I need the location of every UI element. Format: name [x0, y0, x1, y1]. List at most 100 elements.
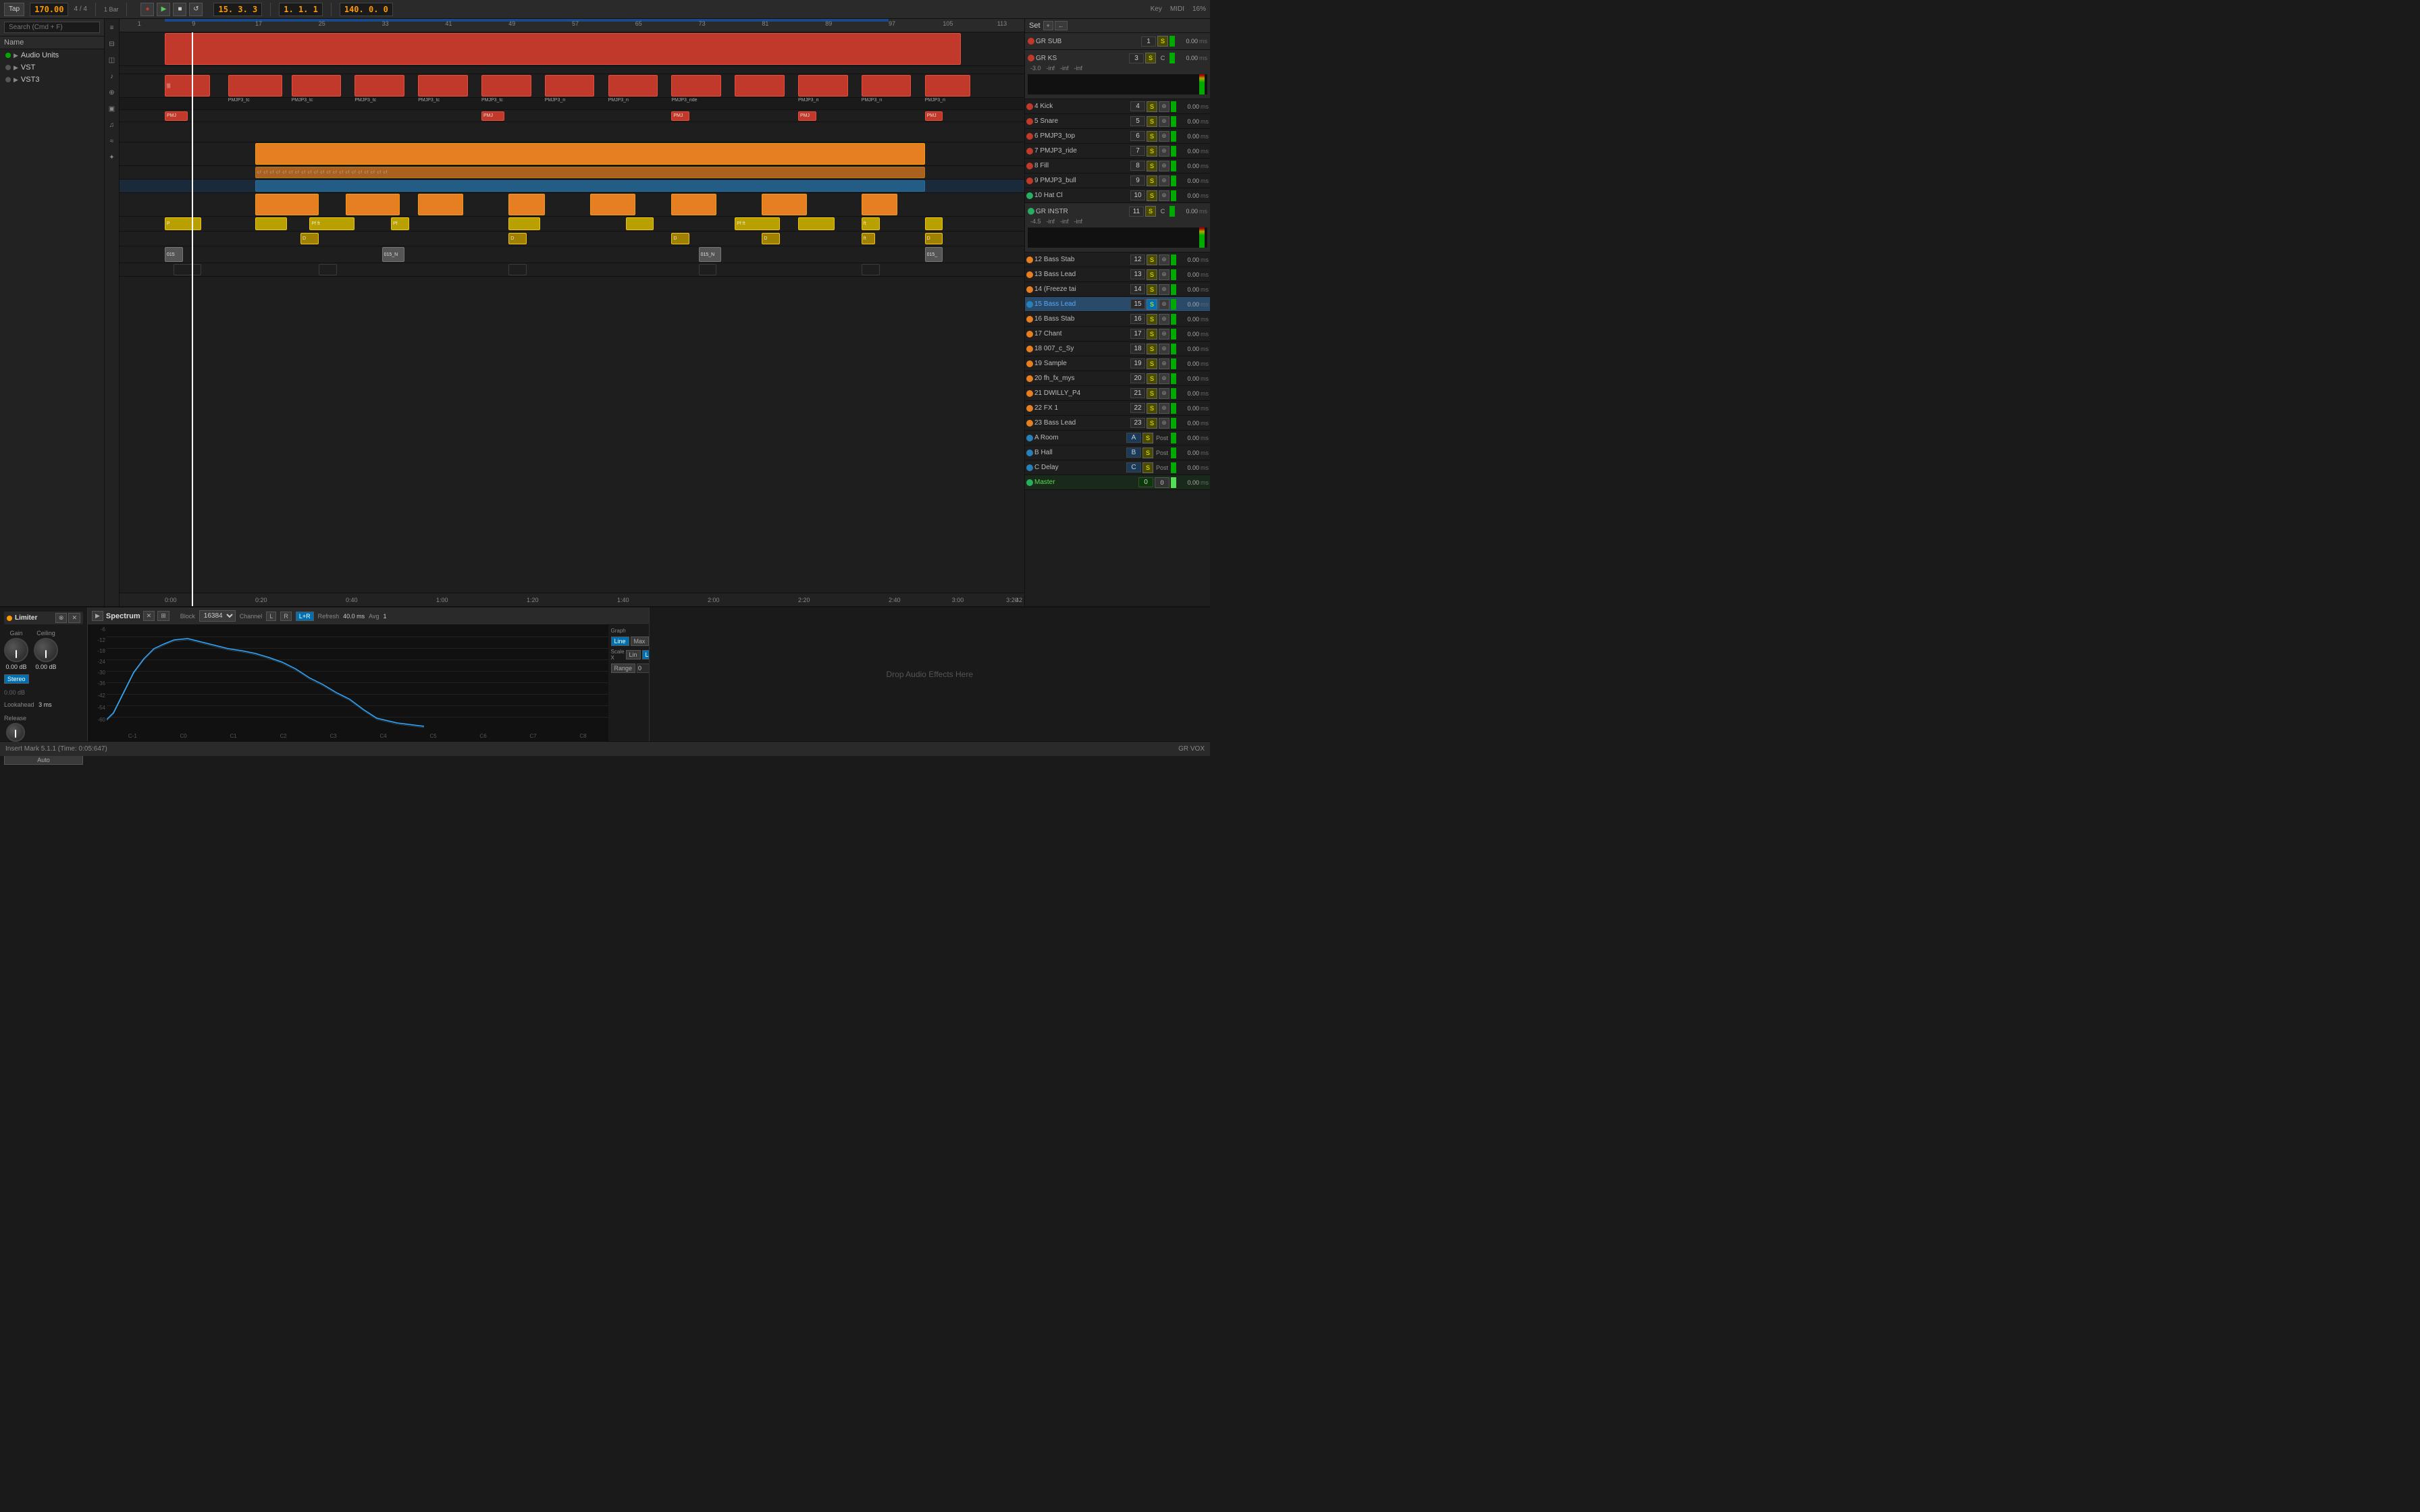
kick-num[interactable]: 4 [1130, 101, 1145, 111]
a-room-s[interactable]: S [1142, 433, 1153, 443]
range-from-input[interactable] [637, 664, 648, 673]
gr-sub-s-btn[interactable]: S [1157, 36, 1168, 47]
bass-stab-s[interactable]: S [1147, 254, 1157, 265]
fh-fx-m[interactable]: ⊕ [1159, 373, 1169, 384]
bass-lead-23-s[interactable]: S [1147, 418, 1157, 429]
sample-m[interactable]: ⊕ [1159, 358, 1169, 369]
session-icon[interactable]: ≡ [106, 22, 118, 34]
gr-instr-num[interactable]: 11 [1129, 207, 1144, 217]
fh-fx-s[interactable]: S [1147, 373, 1157, 384]
gr-ks-s-btn[interactable]: S [1145, 53, 1156, 63]
clip-yellow-10[interactable] [925, 217, 943, 230]
bass-stab-16-s[interactable]: S [1147, 314, 1157, 325]
bass-lead-15-fader[interactable] [1171, 299, 1176, 310]
midi-icon[interactable]: ♫ [106, 119, 118, 131]
c-sy-fader[interactable] [1171, 344, 1176, 354]
c-delay-fader[interactable] [1171, 462, 1176, 473]
clip-blue-track[interactable] [255, 180, 925, 192]
dwilly-s[interactable]: S [1147, 388, 1157, 399]
channel-l-btn[interactable]: L [266, 612, 276, 621]
play-button[interactable]: ▶ [157, 3, 170, 16]
stop-button[interactable]: ■ [173, 3, 186, 16]
effect-icon[interactable]: ⊕ [106, 86, 118, 99]
fx1-fader[interactable] [1171, 403, 1176, 414]
pmjp3-top-s[interactable]: S [1147, 131, 1157, 142]
clip-orange-1[interactable] [255, 194, 319, 215]
clip-yellow-3[interactable]: Pf ft [309, 217, 354, 230]
clip-d-6[interactable]: D [925, 233, 943, 244]
pmjp3-ride-fader[interactable] [1171, 146, 1176, 157]
clip-bracket-2[interactable] [319, 264, 337, 275]
clip-drum-1[interactable]: ||| [165, 75, 210, 97]
clip-drum-3[interactable] [292, 75, 342, 97]
pmjp3-top-num[interactable]: 6 [1130, 131, 1145, 141]
block-select[interactable]: 16384 [199, 610, 236, 622]
max-btn[interactable]: Max [631, 637, 649, 646]
sample-num[interactable]: 19 [1130, 358, 1145, 369]
kick-s[interactable]: S [1147, 101, 1157, 112]
gr-instr-fader[interactable] [1169, 206, 1175, 217]
limiter-bypass-btn[interactable]: ⊗ [55, 613, 68, 623]
sample-s[interactable]: S [1147, 358, 1157, 369]
b-hall-num[interactable]: B [1126, 448, 1141, 458]
clip-icon[interactable]: ▣ [106, 103, 118, 115]
clip-bracket-4[interactable] [699, 264, 717, 275]
fx1-s[interactable]: S [1147, 403, 1157, 414]
clip-015-1[interactable]: 015 [165, 247, 183, 262]
fill-fader[interactable] [1171, 161, 1176, 171]
pmjp3-bull-fader[interactable] [1171, 176, 1176, 186]
clip-orange-8[interactable] [862, 194, 898, 215]
clip-drum-10[interactable] [735, 75, 785, 97]
c-delay-s[interactable]: S [1142, 462, 1153, 473]
master-num2[interactable]: 0 [1155, 477, 1169, 488]
pmjp3-bull-num[interactable]: 9 [1130, 176, 1145, 186]
clip-drum-5[interactable] [418, 75, 468, 97]
tap-button[interactable]: Tap [4, 3, 24, 16]
clip-pmj-4[interactable]: PMJ [798, 111, 816, 121]
channel-r-btn[interactable]: R [280, 612, 292, 621]
pmjp3-top-m[interactable]: ⊕ [1159, 131, 1169, 142]
clip-d-3[interactable]: D [671, 233, 689, 244]
spectrum-close-btn[interactable]: ✕ [143, 611, 155, 621]
hat-cl-m[interactable]: ⊕ [1159, 190, 1169, 201]
clip-drum-2[interactable] [228, 75, 282, 97]
hat-cl-num[interactable]: 10 [1130, 190, 1145, 200]
bass-lead-15-num[interactable]: 15 [1130, 299, 1145, 309]
fh-fx-fader[interactable] [1171, 373, 1176, 384]
clip-yellow-5[interactable] [508, 217, 540, 230]
hat-cl-fader[interactable] [1171, 190, 1176, 201]
bass-lead-15-s[interactable]: S [1147, 299, 1157, 310]
gain-knob[interactable] [4, 638, 28, 662]
clip-015-2[interactable]: 015_N [382, 247, 405, 262]
bass-lead-13-num[interactable]: 13 [1130, 269, 1145, 279]
freeze-tai-s[interactable]: S [1147, 284, 1157, 295]
bass-stab-m[interactable]: ⊕ [1159, 254, 1169, 265]
hat-cl-s[interactable]: S [1147, 190, 1157, 201]
bass-lead-13-fader[interactable] [1171, 269, 1176, 280]
search-input[interactable] [4, 22, 100, 33]
channel-lr-btn[interactable]: L+R [296, 612, 314, 621]
clip-drum-11[interactable] [798, 75, 848, 97]
b-hall-fader[interactable] [1171, 448, 1176, 458]
clip-015-4[interactable]: 015_ [925, 247, 943, 262]
fill-m[interactable]: ⊕ [1159, 161, 1169, 171]
limiter-auto-btn[interactable]: Auto [4, 755, 83, 765]
freeze-tai-num[interactable]: 14 [1130, 284, 1145, 294]
bass-stab-16-fader[interactable] [1171, 314, 1176, 325]
clip-yellow-4[interactable]: Pf [391, 217, 409, 230]
clip-bracket-5[interactable] [862, 264, 880, 275]
snare-fader[interactable] [1171, 116, 1176, 127]
clip-pmj-1[interactable]: PMJ [165, 111, 188, 121]
clip-bracket-1[interactable] [174, 264, 201, 275]
ceiling-knob[interactable] [34, 638, 58, 662]
clip-yellow-2[interactable] [255, 217, 287, 230]
log-btn[interactable]: Log [642, 650, 649, 659]
clip-orange-2[interactable] [346, 194, 400, 215]
clip-drum-6[interactable] [481, 75, 531, 97]
clip-drum-7[interactable] [545, 75, 595, 97]
instrument-icon[interactable]: ♪ [106, 70, 118, 82]
clip-drum-4[interactable] [354, 75, 404, 97]
clip-yellow-9[interactable]: ft [862, 217, 880, 230]
chant-m[interactable]: ⊕ [1159, 329, 1169, 340]
clip-drum-9[interactable] [671, 75, 721, 97]
